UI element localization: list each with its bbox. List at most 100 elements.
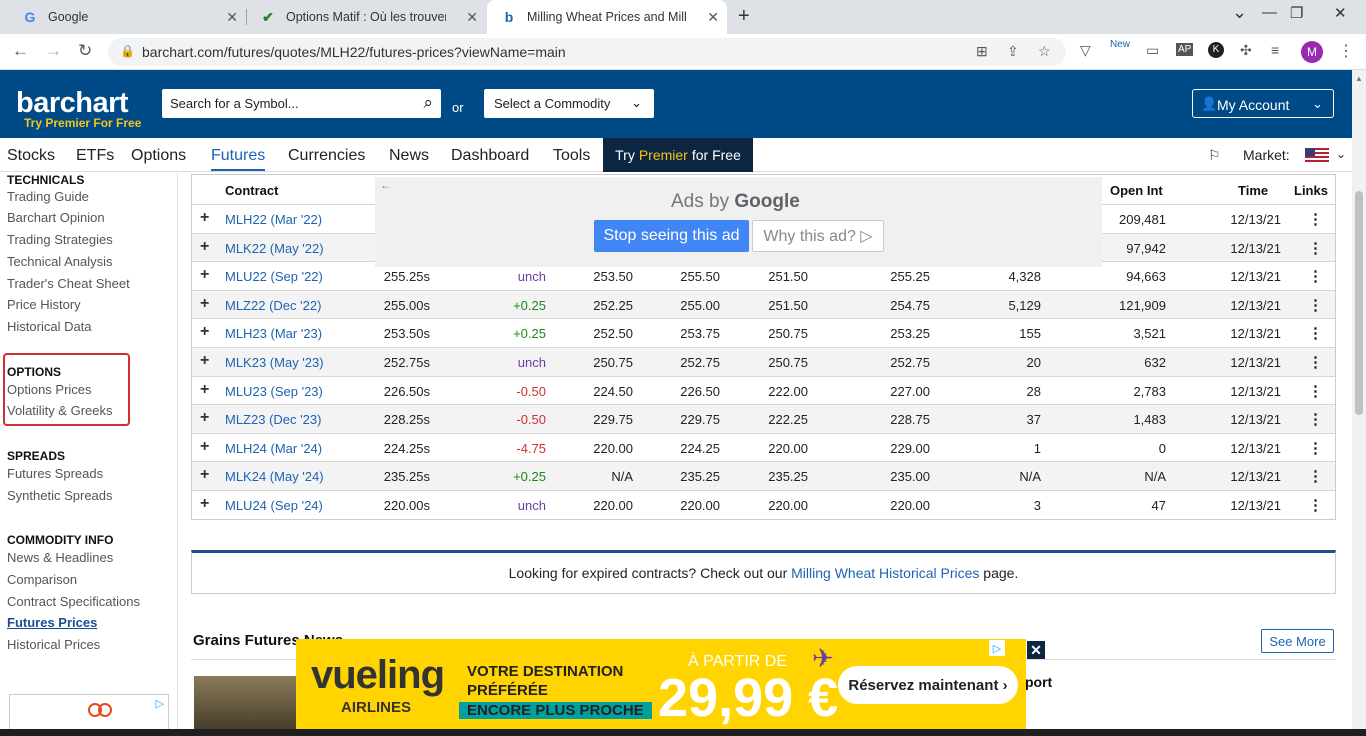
expand-row-plus-icon[interactable]: +: [200, 266, 209, 284]
sidebar-link-comparison[interactable]: Comparison: [7, 572, 77, 587]
expand-row-plus-icon[interactable]: +: [200, 323, 209, 341]
try-premier-button[interactable]: Try Premier for Free: [603, 138, 753, 172]
chevron-down-icon[interactable]: ⌄: [1336, 147, 1346, 161]
news-title[interactable]: port: [1025, 674, 1052, 690]
row-links-kebab-icon[interactable]: ⋮: [1308, 439, 1323, 457]
nav-etfs[interactable]: ETFs: [76, 147, 114, 165]
expand-row-plus-icon[interactable]: +: [200, 209, 209, 227]
sidebar-link-news-headlines[interactable]: News & Headlines: [7, 550, 113, 565]
us-flag-icon[interactable]: [1305, 148, 1329, 163]
minimize-icon[interactable]: —: [1262, 4, 1277, 21]
cast-icon[interactable]: ▭: [1146, 42, 1159, 59]
media-queue-icon[interactable]: ≡: [1271, 42, 1279, 58]
news-thumbnail[interactable]: [194, 676, 299, 736]
expand-row-plus-icon[interactable]: +: [200, 295, 209, 313]
maximize-icon[interactable]: ❐: [1290, 4, 1303, 22]
extensions-puzzle-icon[interactable]: ✣: [1240, 42, 1252, 59]
contract-link[interactable]: MLZ22 (Dec '22): [225, 298, 321, 313]
nav-options[interactable]: Options: [131, 147, 186, 165]
reservez-button[interactable]: Réservez maintenant ›: [838, 666, 1018, 704]
contract-link[interactable]: MLU24 (Sep '24): [225, 498, 323, 513]
expand-row-plus-icon[interactable]: +: [200, 438, 209, 456]
table-row[interactable]: + MLH23 (Mar '23) 253.50s +0.25 252.50 253.75…: [192, 318, 1335, 347]
translate-icon[interactable]: ⊞: [976, 43, 988, 60]
close-tab-icon[interactable]: ✕: [226, 9, 238, 26]
ad-choices-icon[interactable]: ▷: [156, 697, 164, 710]
sidebar-link-trading-strategies[interactable]: Trading Strategies: [7, 232, 113, 247]
row-links-kebab-icon[interactable]: ⋮: [1308, 239, 1323, 257]
close-tab-icon[interactable]: ✕: [466, 9, 478, 26]
expand-row-plus-icon[interactable]: +: [200, 466, 209, 484]
row-links-kebab-icon[interactable]: ⋮: [1308, 296, 1323, 314]
row-links-kebab-icon[interactable]: ⋮: [1308, 324, 1323, 342]
back-arrow-icon[interactable]: ←: [380, 178, 392, 192]
sidebar-link-barchart-opinion[interactable]: Barchart Opinion: [7, 210, 105, 225]
sidebar-link-cheat-sheet[interactable]: Trader's Cheat Sheet: [7, 276, 130, 291]
table-row[interactable]: + MLK24 (May '24) 235.25s +0.25 N/A 235.25 235…: [192, 461, 1335, 490]
tab-barchart-active[interactable]: b Milling Wheat Prices and Milling ✕: [487, 0, 727, 34]
row-links-kebab-icon[interactable]: ⋮: [1308, 210, 1323, 228]
contract-link[interactable]: MLU23 (Sep '23): [225, 384, 323, 399]
table-row[interactable]: + MLZ22 (Dec '22) 255.00s +0.25 252.25 255.00…: [192, 289, 1335, 319]
new-tab-plus-icon[interactable]: +: [738, 5, 750, 28]
reload-icon[interactable]: ↻: [78, 41, 92, 61]
share-icon[interactable]: ⇪: [1007, 43, 1019, 60]
nav-futures[interactable]: Futures: [211, 147, 266, 171]
tab-search-chevron-icon[interactable]: ⌄: [1232, 2, 1247, 23]
col-header-contract[interactable]: Contract: [225, 183, 278, 198]
table-row[interactable]: + MLH24 (Mar '24) 224.25s -4.75 220.00 224.25…: [192, 432, 1335, 462]
sidebar-link-futures-spreads[interactable]: Futures Spreads: [7, 466, 103, 481]
expand-row-plus-icon[interactable]: +: [200, 409, 209, 427]
nav-tools[interactable]: Tools: [553, 147, 590, 165]
profile-avatar[interactable]: M: [1301, 41, 1323, 63]
tab-options-matif[interactable]: ✔ Options Matif : Où les trouver? - ✕: [246, 0, 486, 34]
sidebar-link-futures-prices[interactable]: Futures Prices: [7, 615, 97, 630]
row-links-kebab-icon[interactable]: ⋮: [1308, 496, 1323, 514]
col-header-open-int[interactable]: Open Int: [1110, 183, 1163, 198]
ad-choices-icon[interactable]: ▷: [989, 640, 1005, 656]
ap-extension-icon[interactable]: AP: [1176, 43, 1194, 56]
premier-tagline[interactable]: Try Premier For Free: [24, 116, 141, 130]
scroll-up-arrow-icon[interactable]: ▲: [1355, 74, 1363, 83]
my-account-button[interactable]: 👤 My Account ⌄: [1192, 89, 1334, 118]
nav-dashboard[interactable]: Dashboard: [451, 147, 529, 165]
sidebar-link-options-prices[interactable]: Options Prices: [7, 382, 92, 397]
row-links-kebab-icon[interactable]: ⋮: [1308, 353, 1323, 371]
contract-link[interactable]: MLK23 (May '23): [225, 355, 324, 370]
expand-row-plus-icon[interactable]: +: [200, 352, 209, 370]
nav-currencies[interactable]: Currencies: [288, 147, 365, 165]
bookmark-star-icon[interactable]: ☆: [1038, 43, 1051, 60]
contract-link[interactable]: MLZ23 (Dec '23): [225, 412, 321, 427]
url-omnibox[interactable]: 🔒 barchart.com/futures/quotes/MLH22/futu…: [108, 38, 1066, 66]
contract-link[interactable]: MLH22 (Mar '22): [225, 212, 322, 227]
contract-link[interactable]: MLH23 (Mar '23): [225, 326, 322, 341]
table-row[interactable]: + MLK23 (May '23) 252.75s unch 250.75 252.75 2…: [192, 347, 1335, 376]
search-icon[interactable]: ⌕: [423, 93, 433, 113]
expand-row-plus-icon[interactable]: +: [200, 381, 209, 399]
sidebar-link-historical-prices[interactable]: Historical Prices: [7, 637, 100, 652]
row-links-kebab-icon[interactable]: ⋮: [1308, 410, 1323, 428]
see-more-button[interactable]: See More: [1261, 629, 1334, 653]
why-this-ad-button[interactable]: Why this ad? ▷: [752, 220, 884, 252]
nav-news[interactable]: News: [389, 147, 429, 165]
sidebar-link-trading-guide[interactable]: Trading Guide: [7, 189, 89, 204]
sidebar-link-contract-specs[interactable]: Contract Specifications: [7, 594, 140, 609]
historical-prices-link[interactable]: Milling Wheat Historical Prices: [791, 565, 979, 581]
close-window-icon[interactable]: ✕: [1334, 4, 1347, 22]
sidebar-link-volatility-greeks[interactable]: Volatility & Greeks: [7, 403, 113, 418]
expand-row-plus-icon[interactable]: +: [200, 238, 209, 256]
row-links-kebab-icon[interactable]: ⋮: [1308, 467, 1323, 485]
commodity-select[interactable]: Select a Commodity ⌄: [484, 89, 654, 118]
scrollbar-thumb[interactable]: [1355, 191, 1363, 415]
table-row[interactable]: + MLU23 (Sep '23) 226.50s -0.50 224.50 226.50…: [192, 375, 1335, 405]
flag-icon[interactable]: ⚐: [1208, 147, 1221, 164]
page-scrollbar[interactable]: ▲: [1352, 70, 1366, 736]
chrome-menu-icon[interactable]: ⋮: [1338, 41, 1354, 61]
sidebar-link-technical-analysis[interactable]: Technical Analysis: [7, 254, 113, 269]
pocket-icon[interactable]: ▽: [1080, 42, 1091, 59]
contract-link[interactable]: MLK22 (May '22): [225, 241, 324, 256]
contract-link[interactable]: MLK24 (May '24): [225, 469, 324, 484]
contract-link[interactable]: MLU22 (Sep '22): [225, 269, 323, 284]
sidebar-link-historical-data[interactable]: Historical Data: [7, 319, 92, 334]
close-ad-icon[interactable]: ✕: [1027, 641, 1045, 659]
